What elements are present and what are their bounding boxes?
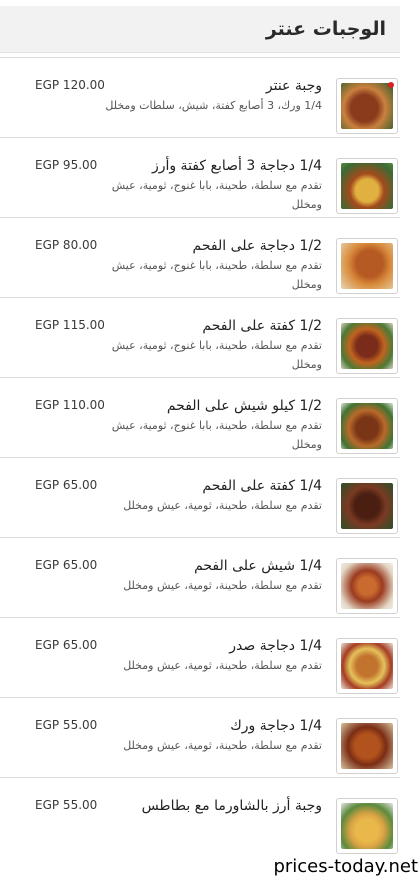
item-name: 1/4 كفتة على الفحم — [202, 478, 322, 494]
item-price: EGP 55.00 — [35, 798, 98, 812]
item-price: EGP 110.00 — [35, 398, 105, 412]
menu-item[interactable]: 1/4 دجاجة 3 أصابع كفتة وأرز تقدم مع سلطة… — [0, 137, 400, 217]
item-name: 1/2 كفتة على الفحم — [202, 318, 322, 334]
food-thumbnail[interactable] — [336, 398, 398, 454]
food-thumbnail[interactable] — [336, 78, 398, 134]
item-name: 1/4 شيش على الفحم — [194, 558, 322, 574]
item-description: تقدم مع سلطة، طحينة، ثومية، عيش ومخلل — [123, 579, 322, 592]
item-price: EGP 120.00 — [35, 78, 105, 92]
menu-item[interactable]: وجبة عنتر 1/4 ورك، 3 أصابع كفتة، شيش، سل… — [0, 57, 400, 137]
badge-dot-icon — [388, 82, 394, 88]
item-price: EGP 55.00 — [35, 718, 98, 732]
food-thumbnail[interactable] — [336, 478, 398, 534]
food-thumbnail[interactable] — [336, 558, 398, 614]
item-price: EGP 65.00 — [35, 478, 98, 492]
section-title: الوجبات عنتر — [265, 18, 386, 40]
item-description: تقدم مع سلطة، طحينة، بابا غنوج، ثومية، ع… — [111, 259, 322, 291]
item-description: تقدم مع سلطة، طحينة، بابا غنوج، ثومية، ع… — [111, 339, 322, 371]
menu-item[interactable]: وجبة أرز بالشاورما مع بطاطس EGP 55.00 — [0, 777, 400, 857]
menu-item[interactable]: 1/4 دجاجة صدر تقدم مع سلطة، طحينة، ثومية… — [0, 617, 400, 697]
item-name: 1/4 دجاجة ورك — [230, 718, 322, 734]
food-thumbnail[interactable] — [336, 798, 398, 854]
menu-item[interactable]: 1/4 كفتة على الفحم تقدم مع سلطة، طحينة، … — [0, 457, 400, 537]
item-name: وجبة أرز بالشاورما مع بطاطس — [141, 798, 322, 814]
item-price: EGP 65.00 — [35, 638, 98, 652]
menu-item[interactable]: 1/4 دجاجة ورك تقدم مع سلطة، طحينة، ثومية… — [0, 697, 400, 777]
food-thumbnail[interactable] — [336, 158, 398, 214]
menu-list: وجبة عنتر 1/4 ورك، 3 أصابع كفتة، شيش، سل… — [0, 57, 400, 857]
item-description: تقدم مع سلطة، طحينة، بابا غنوج، ثومية، ع… — [111, 419, 322, 451]
food-thumbnail[interactable] — [336, 638, 398, 694]
item-price: EGP 115.00 — [35, 318, 105, 332]
item-description: تقدم مع سلطة، طحينة، بابا غنوج، ثومية، ع… — [111, 179, 322, 211]
food-thumbnail[interactable] — [336, 318, 398, 374]
item-description: تقدم مع سلطة، طحينة، ثومية، عيش ومخلل — [123, 499, 322, 512]
item-price: EGP 95.00 — [35, 158, 98, 172]
item-name: 1/4 دجاجة صدر — [229, 638, 322, 654]
item-name: 1/4 دجاجة 3 أصابع كفتة وأرز — [151, 158, 322, 174]
food-thumbnail[interactable] — [336, 238, 398, 294]
menu-item[interactable]: 1/2 كيلو شيش على الفحم تقدم مع سلطة، طحي… — [0, 377, 400, 457]
item-description: تقدم مع سلطة، طحينة، ثومية، عيش ومخلل — [123, 739, 322, 752]
item-description: تقدم مع سلطة، طحينة، ثومية، عيش ومخلل — [123, 659, 322, 672]
item-price: EGP 80.00 — [35, 238, 98, 252]
item-name: 1/2 كيلو شيش على الفحم — [166, 398, 322, 414]
section-header: الوجبات عنتر — [0, 6, 400, 53]
menu-item[interactable]: 1/2 كفتة على الفحم تقدم مع سلطة، طحينة، … — [0, 297, 400, 377]
watermark: prices-today.net — [269, 856, 420, 879]
food-thumbnail[interactable] — [336, 718, 398, 774]
menu-item[interactable]: 1/4 شيش على الفحم تقدم مع سلطة، طحينة، ث… — [0, 537, 400, 617]
item-name: وجبة عنتر — [265, 78, 322, 94]
item-price: EGP 65.00 — [35, 558, 98, 572]
item-description: 1/4 ورك، 3 أصابع كفتة، شيش، سلطات ومخلل — [105, 99, 322, 112]
menu-item[interactable]: 1/2 دجاجة على الفحم تقدم مع سلطة، طحينة،… — [0, 217, 400, 297]
item-name: 1/2 دجاجة على الفحم — [192, 238, 322, 254]
